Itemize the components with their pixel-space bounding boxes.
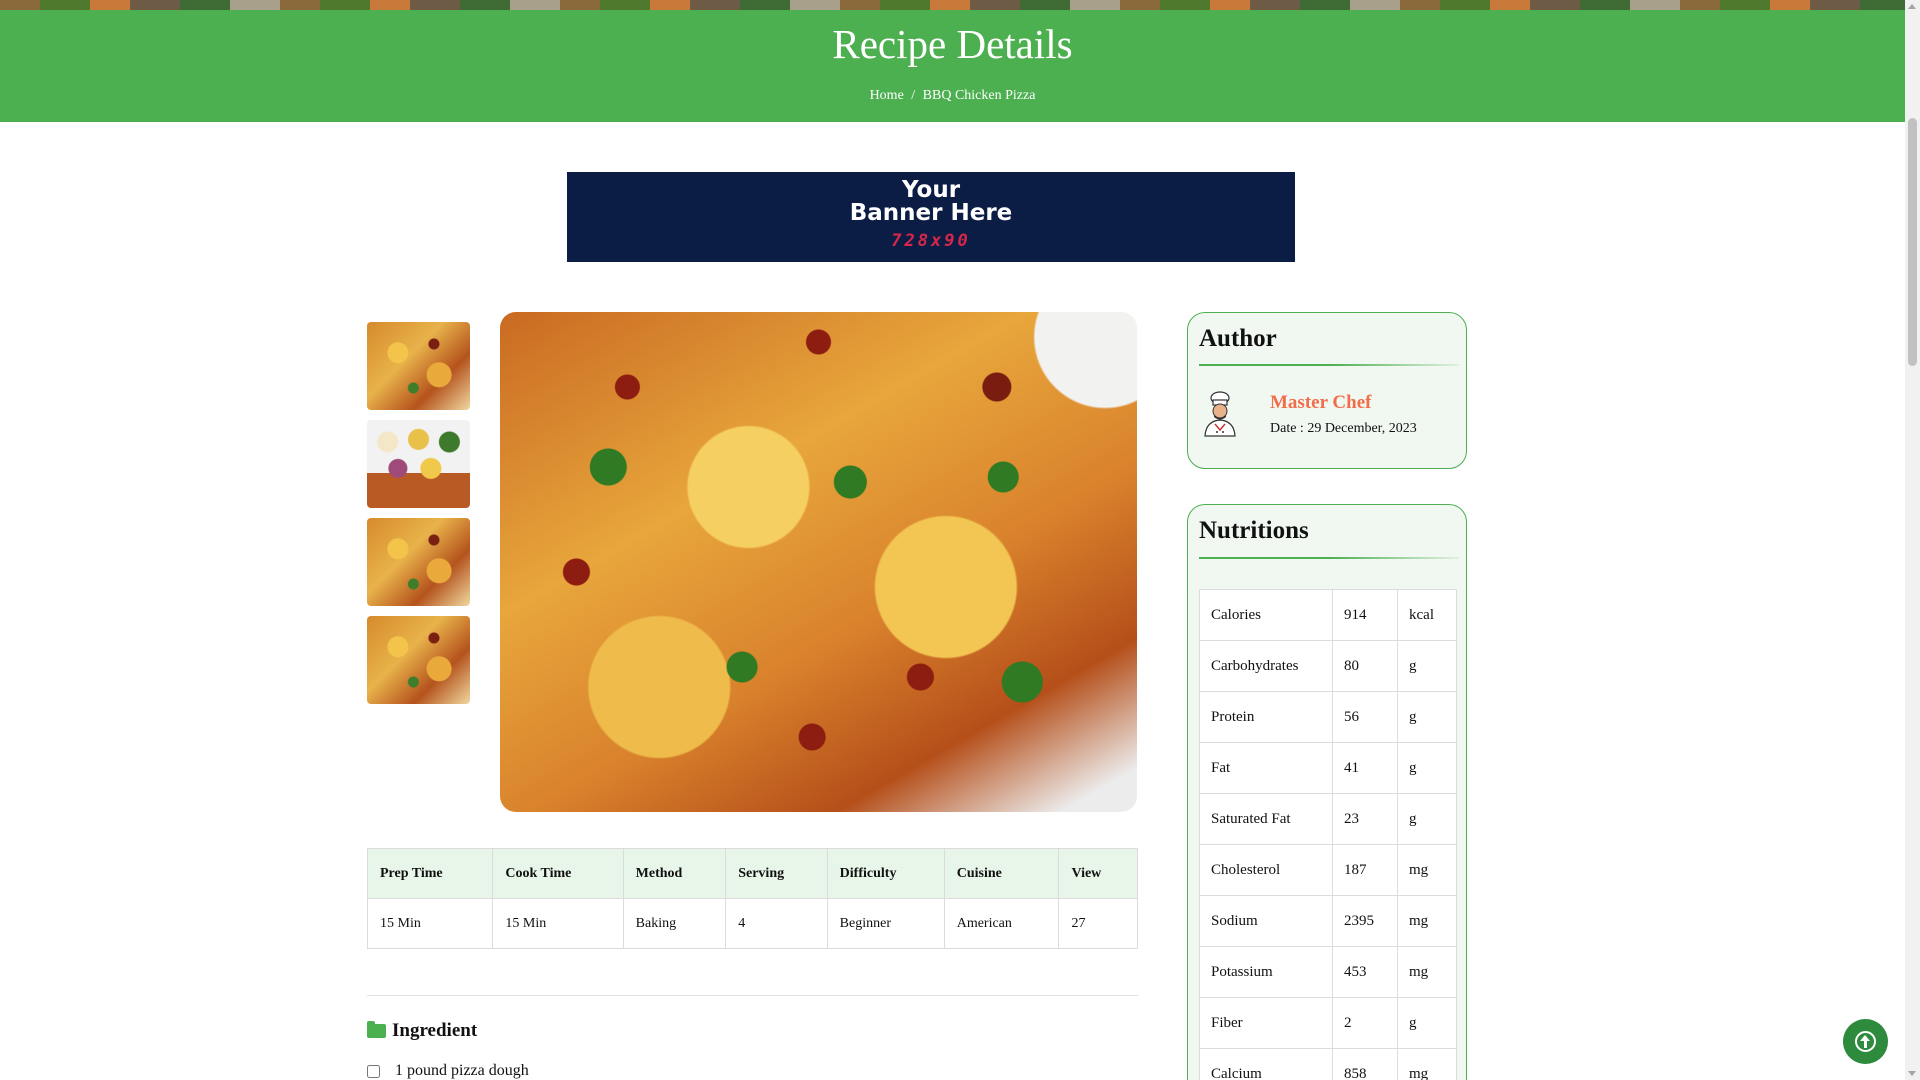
page-scrollbar[interactable] — [1905, 0, 1920, 1080]
info-value-cook-time: 15 Min — [492, 898, 624, 949]
nutrient-amount: 23 — [1332, 793, 1398, 845]
nutrient-name: Carbohydrates — [1199, 640, 1333, 692]
ingredient-checkbox[interactable] — [367, 1064, 380, 1078]
nutrient-amount: 858 — [1332, 1048, 1398, 1080]
nutrient-name: Cholesterol — [1199, 844, 1333, 896]
info-header-difficulty: Difficulty — [826, 848, 945, 899]
nutrient-name: Calories — [1199, 589, 1333, 641]
nutrient-name: Sodium — [1199, 895, 1333, 947]
nutrition-row: Fiber 2 g — [1199, 997, 1457, 1049]
recipe-info-header-row: Prep Time Cook Time Method Serving Diffi… — [366, 848, 1138, 899]
scroll-up-arrow-icon[interactable] — [1908, 4, 1916, 9]
nutrition-card-title: Nutritions — [1199, 517, 1309, 544]
info-value-prep-time: 15 Min — [366, 898, 494, 949]
breadcrumb-current: BBQ Chicken Pizza — [922, 88, 1036, 103]
banner-size-label: 728x90 — [891, 231, 971, 251]
gallery-thumbnail-3[interactable] — [367, 518, 470, 606]
breadcrumb-separator: / — [911, 88, 916, 103]
nutrient-amount: 56 — [1332, 691, 1398, 743]
nutrient-unit: mg — [1397, 1048, 1457, 1080]
nutrient-name: Potassium — [1199, 946, 1333, 998]
ingredient-heading-label: Ingredient — [392, 1020, 478, 1041]
nutrient-name: Calcium — [1199, 1048, 1333, 1080]
nutrition-row: Calories 914 kcal — [1199, 589, 1457, 641]
ingredient-item-label: 1 pound pizza dough — [395, 1062, 529, 1079]
page-title: Recipe Details — [832, 21, 1073, 67]
nutrition-row: Fat 41 g — [1199, 742, 1457, 794]
author-name[interactable]: Master Chef — [1270, 392, 1371, 414]
nutrition-row: Saturated Fat 23 g — [1199, 793, 1457, 845]
nutrition-row: Potassium 453 mg — [1199, 946, 1457, 998]
ingredient-item[interactable]: 1 pound pizza dough — [367, 1062, 529, 1080]
chef-avatar-icon — [1204, 391, 1236, 437]
nutrient-amount: 187 — [1332, 844, 1398, 896]
nutrient-unit: kcal — [1397, 589, 1457, 641]
nutrient-unit: g — [1397, 997, 1457, 1049]
info-value-serving: 4 — [725, 898, 828, 949]
info-value-method: Baking — [622, 898, 727, 949]
nutrient-unit: g — [1397, 793, 1457, 845]
nutrient-unit: g — [1397, 640, 1457, 692]
recipe-page: Recipe Details Home / BBQ Chicken Pizza … — [0, 0, 1905, 1080]
info-header-cook-time: Cook Time — [492, 848, 624, 899]
back-to-top-button[interactable] — [1843, 1019, 1888, 1064]
page-header: Recipe Details Home / BBQ Chicken Pizza — [0, 10, 1905, 122]
nutrition-card-rule — [1199, 557, 1459, 559]
nutrition-card: Nutritions Calories 914 kcal Carbohydrates 8… — [1187, 504, 1467, 1080]
nutrition-row: Cholesterol 187 mg — [1199, 844, 1457, 896]
nutrient-amount: 80 — [1332, 640, 1398, 692]
nutrition-row: Calcium 858 mg — [1199, 1048, 1457, 1080]
nutrient-amount: 914 — [1332, 589, 1398, 641]
author-card: Author Master Chef Date : 29 December, 2… — [1187, 312, 1467, 469]
nutrient-unit: g — [1397, 742, 1457, 794]
nutrient-amount: 2 — [1332, 997, 1398, 1049]
nutrient-unit: mg — [1397, 895, 1457, 947]
section-divider — [367, 995, 1138, 996]
info-header-serving: Serving — [725, 848, 828, 899]
gallery-thumbnail-1[interactable] — [367, 322, 470, 410]
breadcrumb: Home / BBQ Chicken Pizza — [0, 88, 1905, 104]
info-header-cuisine: Cuisine — [943, 848, 1060, 899]
nutrition-table: Calories 914 kcal Carbohydrates 80 g Protein 56… — [1199, 589, 1457, 1080]
arrow-up-stem — [1864, 1040, 1867, 1048]
author-card-rule — [1199, 364, 1459, 366]
info-header-view: View — [1058, 848, 1138, 899]
info-header-prep-time: Prep Time — [366, 848, 494, 899]
author-date: Date : 29 December, 2023 — [1270, 421, 1417, 436]
nutrient-amount: 41 — [1332, 742, 1398, 794]
nutrient-name: Protein — [1199, 691, 1333, 743]
nutrient-unit: g — [1397, 691, 1457, 743]
info-value-difficulty: Beginner — [826, 898, 945, 949]
nutrient-name: Fiber — [1199, 997, 1333, 1049]
nutrient-unit: mg — [1397, 844, 1457, 896]
gallery-thumbnail-2[interactable] — [367, 420, 470, 508]
nutrient-name: Fat — [1199, 742, 1333, 794]
banner-text-line2: Banner Here — [849, 200, 1013, 226]
info-value-cuisine: American — [943, 898, 1060, 949]
recipe-main-image — [500, 312, 1137, 812]
hero-background-strip — [0, 0, 1905, 10]
scrollbar-thumb[interactable] — [1908, 118, 1917, 366]
nutrient-amount: 2395 — [1332, 895, 1398, 947]
nutrient-unit: mg — [1397, 946, 1457, 998]
info-value-view: 27 — [1058, 898, 1138, 949]
recipe-info-table: Prep Time Cook Time Method Serving Diffi… — [366, 848, 1138, 949]
recipe-info-value-row: 15 Min 15 Min Baking 4 Beginner American… — [366, 898, 1138, 949]
author-card-title: Author — [1199, 325, 1277, 352]
nutrition-row: Sodium 2395 mg — [1199, 895, 1457, 947]
banner-text-line1: Your — [901, 177, 961, 203]
breadcrumb-home-link[interactable]: Home — [870, 88, 904, 103]
scroll-down-arrow-icon[interactable] — [1908, 1071, 1916, 1076]
nutrition-row: Carbohydrates 80 g — [1199, 640, 1457, 692]
nutrient-name: Saturated Fat — [1199, 793, 1333, 845]
ad-banner[interactable]: Your Banner Here 728x90 — [567, 172, 1295, 262]
nutrient-amount: 453 — [1332, 946, 1398, 998]
ingredient-heading: Ingredient — [367, 1020, 477, 1042]
nutrition-row: Protein 56 g — [1199, 691, 1457, 743]
gallery-thumbnail-4[interactable] — [367, 616, 470, 704]
folder-icon — [367, 1021, 386, 1038]
info-header-method: Method — [622, 848, 727, 899]
browser-viewport: Recipe Details Home / BBQ Chicken Pizza … — [0, 0, 1920, 1080]
